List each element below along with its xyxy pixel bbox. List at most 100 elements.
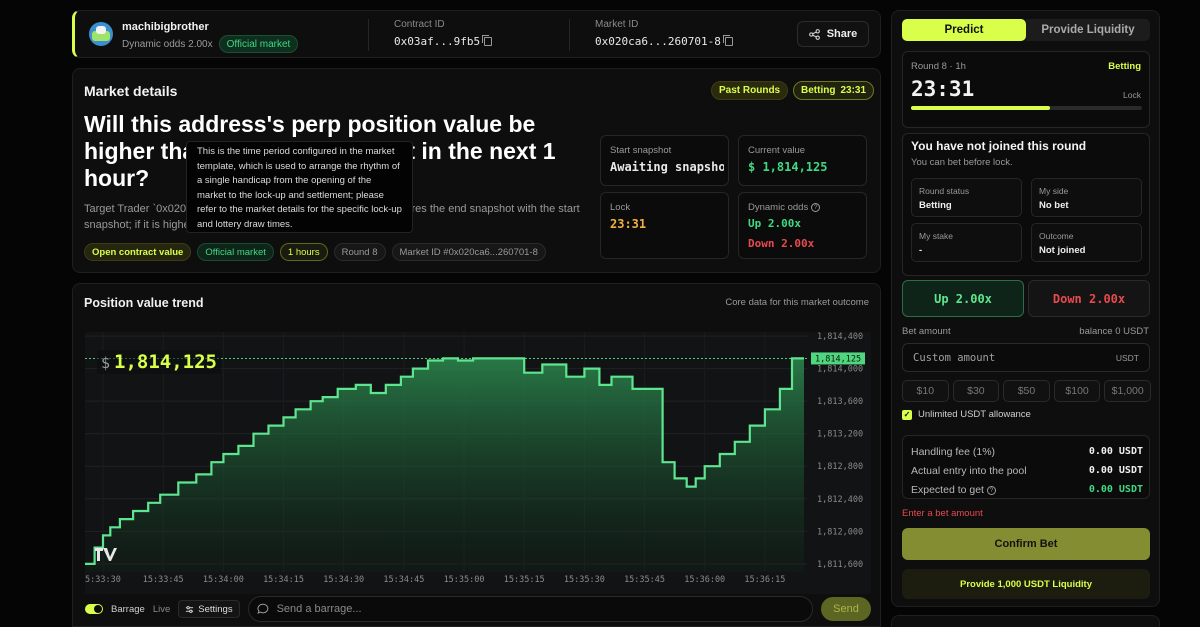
participation-card: You have not joined this round You can b…	[902, 133, 1150, 276]
quick-amounts: $10 $30 $50 $100 $1,000	[902, 380, 1151, 402]
start-snapshot-label: Start snapshot	[610, 145, 672, 156]
send-button[interactable]: Send	[821, 597, 871, 621]
checkbox-checked-icon[interactable]: ✓	[902, 409, 912, 420]
cell-value: No bet	[1039, 200, 1069, 211]
trader-subtitle: Dynamic odds 2.00x Official market	[122, 35, 299, 53]
divider	[368, 19, 369, 51]
current-value-label: Current value	[748, 145, 806, 156]
start-snapshot-card: Start snapshot Awaiting snapshot	[600, 135, 729, 186]
quick-amount-button[interactable]: $50	[1003, 380, 1050, 402]
start-snapshot-value: Awaiting snapshot	[610, 160, 724, 174]
tag-open-contract-value: Open contract value	[84, 243, 192, 261]
outcome-cell: Outcome Not joined	[1031, 223, 1142, 262]
bet-amount-field: USDT	[902, 343, 1150, 372]
current-value-card: Current value $ 1,814,125	[738, 135, 867, 186]
cell-label: Round status	[919, 186, 970, 196]
bet-amount-label: Bet amount	[902, 326, 951, 337]
y-tick-label: 1,814,000	[817, 365, 863, 375]
settings-button[interactable]: Settings	[178, 600, 240, 618]
y-tick-label: 1,812,000	[817, 527, 863, 537]
cell-value: Not joined	[1039, 245, 1086, 256]
barrage-toggle[interactable]	[85, 604, 103, 614]
big-value-display: $ 1,814,125	[97, 350, 221, 374]
expected-row: Expected to get? 0.00 USDT	[911, 484, 1143, 496]
market-id: 0x020ca6...260701-8	[595, 35, 733, 48]
copy-icon[interactable]	[722, 35, 733, 46]
prediction-sidebar: Predict Provide Liquidity Round 8 · 1h B…	[891, 10, 1160, 607]
fee-label: Handling fee (1%)	[911, 446, 996, 458]
sidebar-lower-panel	[891, 615, 1160, 627]
y-tick-label: 1,811,600	[817, 560, 863, 570]
x-tick-label: 15:34:15	[263, 575, 304, 585]
contract-id-label: Contract ID	[394, 19, 445, 30]
market-tags: Open contract value Official market 1 ho…	[84, 243, 546, 261]
quick-amount-button[interactable]: $30	[952, 380, 1000, 402]
fee-row: Handling fee (1%) 0.00 USDT	[911, 446, 1143, 458]
round-progress-fill	[911, 106, 1050, 110]
x-tick-label: 15:34:45	[383, 575, 424, 585]
trader-name[interactable]: machibigbrother	[122, 21, 209, 33]
cell-label: My side	[1039, 186, 1069, 196]
tab-provide-liquidity[interactable]: Provide Liquidity	[1026, 19, 1150, 41]
currency-symbol: $	[101, 354, 111, 372]
dynamic-odds-label: Dynamic odds?	[748, 202, 821, 213]
avatar[interactable]	[89, 22, 113, 46]
allowance-option[interactable]: ✓ Unlimited USDT allowance	[902, 409, 1031, 420]
current-value-tag: 1,814,125	[811, 352, 865, 365]
copy-icon[interactable]	[482, 35, 493, 46]
balance-label: balance 0 USDT	[1079, 326, 1149, 337]
big-value: 1,814,125	[114, 351, 217, 373]
confirm-bet-button[interactable]: Confirm Bet	[902, 528, 1150, 560]
live-label: Live	[152, 603, 171, 615]
help-icon[interactable]: ?	[986, 486, 996, 495]
x-tick-label: 15:34:30	[323, 575, 364, 585]
x-tick-label: 15:35:15	[504, 575, 545, 585]
market-id-label: Market ID	[595, 19, 639, 30]
round-progress-bar	[911, 106, 1142, 110]
market-details-title: Market details	[84, 83, 178, 99]
quick-amount-button[interactable]: $10	[902, 380, 949, 402]
position-trend-panel: Position value trend Core data for this …	[72, 283, 881, 627]
my-side-cell: My side No bet	[1031, 178, 1142, 217]
settings-label: Settings	[198, 603, 233, 615]
y-tick-label: 1,813,600	[817, 397, 863, 407]
tag-duration[interactable]: 1 hours	[279, 243, 328, 261]
past-rounds-button[interactable]: Past Rounds	[711, 81, 789, 100]
expected-value: 0.00 USDT	[1088, 484, 1143, 495]
current-value: $ 1,814,125	[748, 160, 828, 174]
divider	[569, 19, 570, 51]
duration-tooltip: This is the time period configured in th…	[186, 141, 413, 233]
barrage-placeholder: Send a barrage...	[276, 603, 362, 615]
tab-predict[interactable]: Predict	[902, 19, 1026, 41]
fee-value: 0.00 USDT	[1088, 446, 1143, 457]
chart-subtitle: Core data for this market outcome	[725, 297, 869, 308]
lock-value: 23:31	[610, 217, 647, 231]
y-tick-label: 1,814,400	[817, 332, 863, 342]
tag-market-id: Market ID #0x020ca6...260701-8	[391, 243, 546, 261]
x-tick-label: 15:34:00	[203, 575, 244, 585]
market-id-value: 0x020ca6...260701-8	[595, 35, 721, 48]
bet-up-button[interactable]: Up 2.00x	[902, 280, 1024, 317]
help-icon[interactable]: ?	[811, 203, 821, 212]
barrage-input[interactable]: Send a barrage...	[247, 596, 813, 622]
bet-down-button[interactable]: Down 2.00x	[1028, 280, 1150, 317]
lock-card: Lock 23:31	[600, 192, 729, 259]
x-tick-label: 15:35:30	[564, 575, 605, 585]
x-tick-label: 15:33:45	[143, 575, 184, 585]
share-button[interactable]: Share	[797, 21, 869, 47]
amount-unit: USDT	[1115, 353, 1139, 363]
share-label: Share	[826, 28, 858, 40]
quick-amount-button[interactable]: $100	[1053, 380, 1101, 402]
settings-icon	[186, 605, 194, 613]
chart-title: Position value trend	[84, 296, 204, 310]
my-stake-cell: My stake -	[911, 223, 1022, 262]
entry-label: Actual entry into the pool	[911, 465, 1027, 477]
bet-amount-input[interactable]	[913, 344, 1093, 371]
x-tick-label: 15:36:15	[744, 575, 785, 585]
betting-label: Betting	[801, 85, 836, 96]
round-status: Betting	[1108, 61, 1141, 72]
validation-error: Enter a bet amount	[902, 508, 983, 519]
provide-liquidity-button[interactable]: Provide 1,000 USDT Liquidity	[902, 569, 1150, 599]
x-tick-label: 15:36:00	[684, 575, 725, 585]
quick-amount-button[interactable]: $1,000	[1104, 380, 1151, 402]
